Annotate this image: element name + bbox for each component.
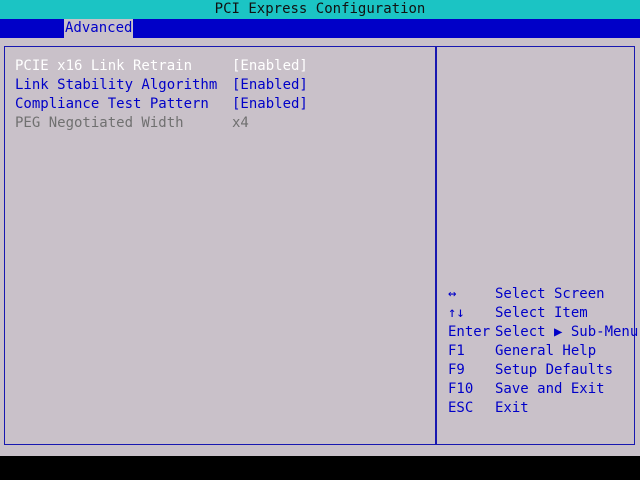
- help-sub-menu: Enter Select ▶ Sub-Menu: [448, 323, 638, 342]
- help-select-item: ↑↓ Select Item: [448, 304, 634, 323]
- setting-link-stability-algorithm[interactable]: Link Stability Algorithm [Enabled]: [15, 76, 315, 95]
- setting-value[interactable]: [Enabled]: [232, 95, 308, 114]
- help-general-help: F1 General Help: [448, 342, 634, 361]
- setting-label: PCIE x16 Link Retrain: [15, 58, 193, 74]
- help-description: Select ▶ Sub-Menu: [495, 324, 639, 340]
- help-setup-defaults: F9 Setup Defaults: [448, 361, 634, 380]
- help-description: Save and Exit: [495, 381, 605, 397]
- help-select-screen: ↔ Select Screen: [448, 285, 634, 304]
- help-description: Setup Defaults: [495, 362, 614, 378]
- setting-value[interactable]: [Enabled]: [232, 57, 308, 76]
- help-description: Select Item: [495, 305, 588, 321]
- bios-title-bar: PCI Express Configuration: [0, 0, 640, 19]
- up-down-arrow-icon: ↑↓: [448, 305, 465, 321]
- help-key: F9: [448, 362, 465, 378]
- help-key: F1: [448, 343, 465, 359]
- help-save-exit: F10 Save and Exit: [448, 380, 634, 399]
- help-description: Select Screen: [495, 286, 605, 302]
- tab-advanced[interactable]: Advanced: [64, 19, 134, 38]
- setting-label: PEG Negotiated Width: [15, 115, 184, 131]
- setting-value[interactable]: [Enabled]: [232, 76, 308, 95]
- tab-bar: Advanced: [0, 19, 640, 38]
- setting-pcie-x16-link-retrain[interactable]: PCIE x16 Link Retrain [Enabled]: [15, 57, 315, 76]
- setting-label: Compliance Test Pattern: [15, 96, 209, 112]
- help-key: ESC: [448, 400, 474, 416]
- page-title: PCI Express Configuration: [214, 1, 426, 17]
- help-description: General Help: [495, 343, 597, 359]
- help-description: Exit: [495, 400, 529, 416]
- setting-compliance-test-pattern[interactable]: Compliance Test Pattern [Enabled]: [15, 95, 315, 114]
- help-key: Enter: [448, 324, 491, 340]
- help-key: F10: [448, 381, 474, 397]
- setting-peg-negotiated-width: PEG Negotiated Width x4: [15, 114, 315, 133]
- footer-bar: [0, 456, 640, 480]
- panel-divider: [435, 46, 437, 445]
- left-right-arrow-icon: ↔: [448, 286, 457, 302]
- help-exit: ESC Exit: [448, 399, 634, 418]
- setting-label: Link Stability Algorithm: [15, 77, 218, 93]
- setting-value: x4: [232, 115, 249, 131]
